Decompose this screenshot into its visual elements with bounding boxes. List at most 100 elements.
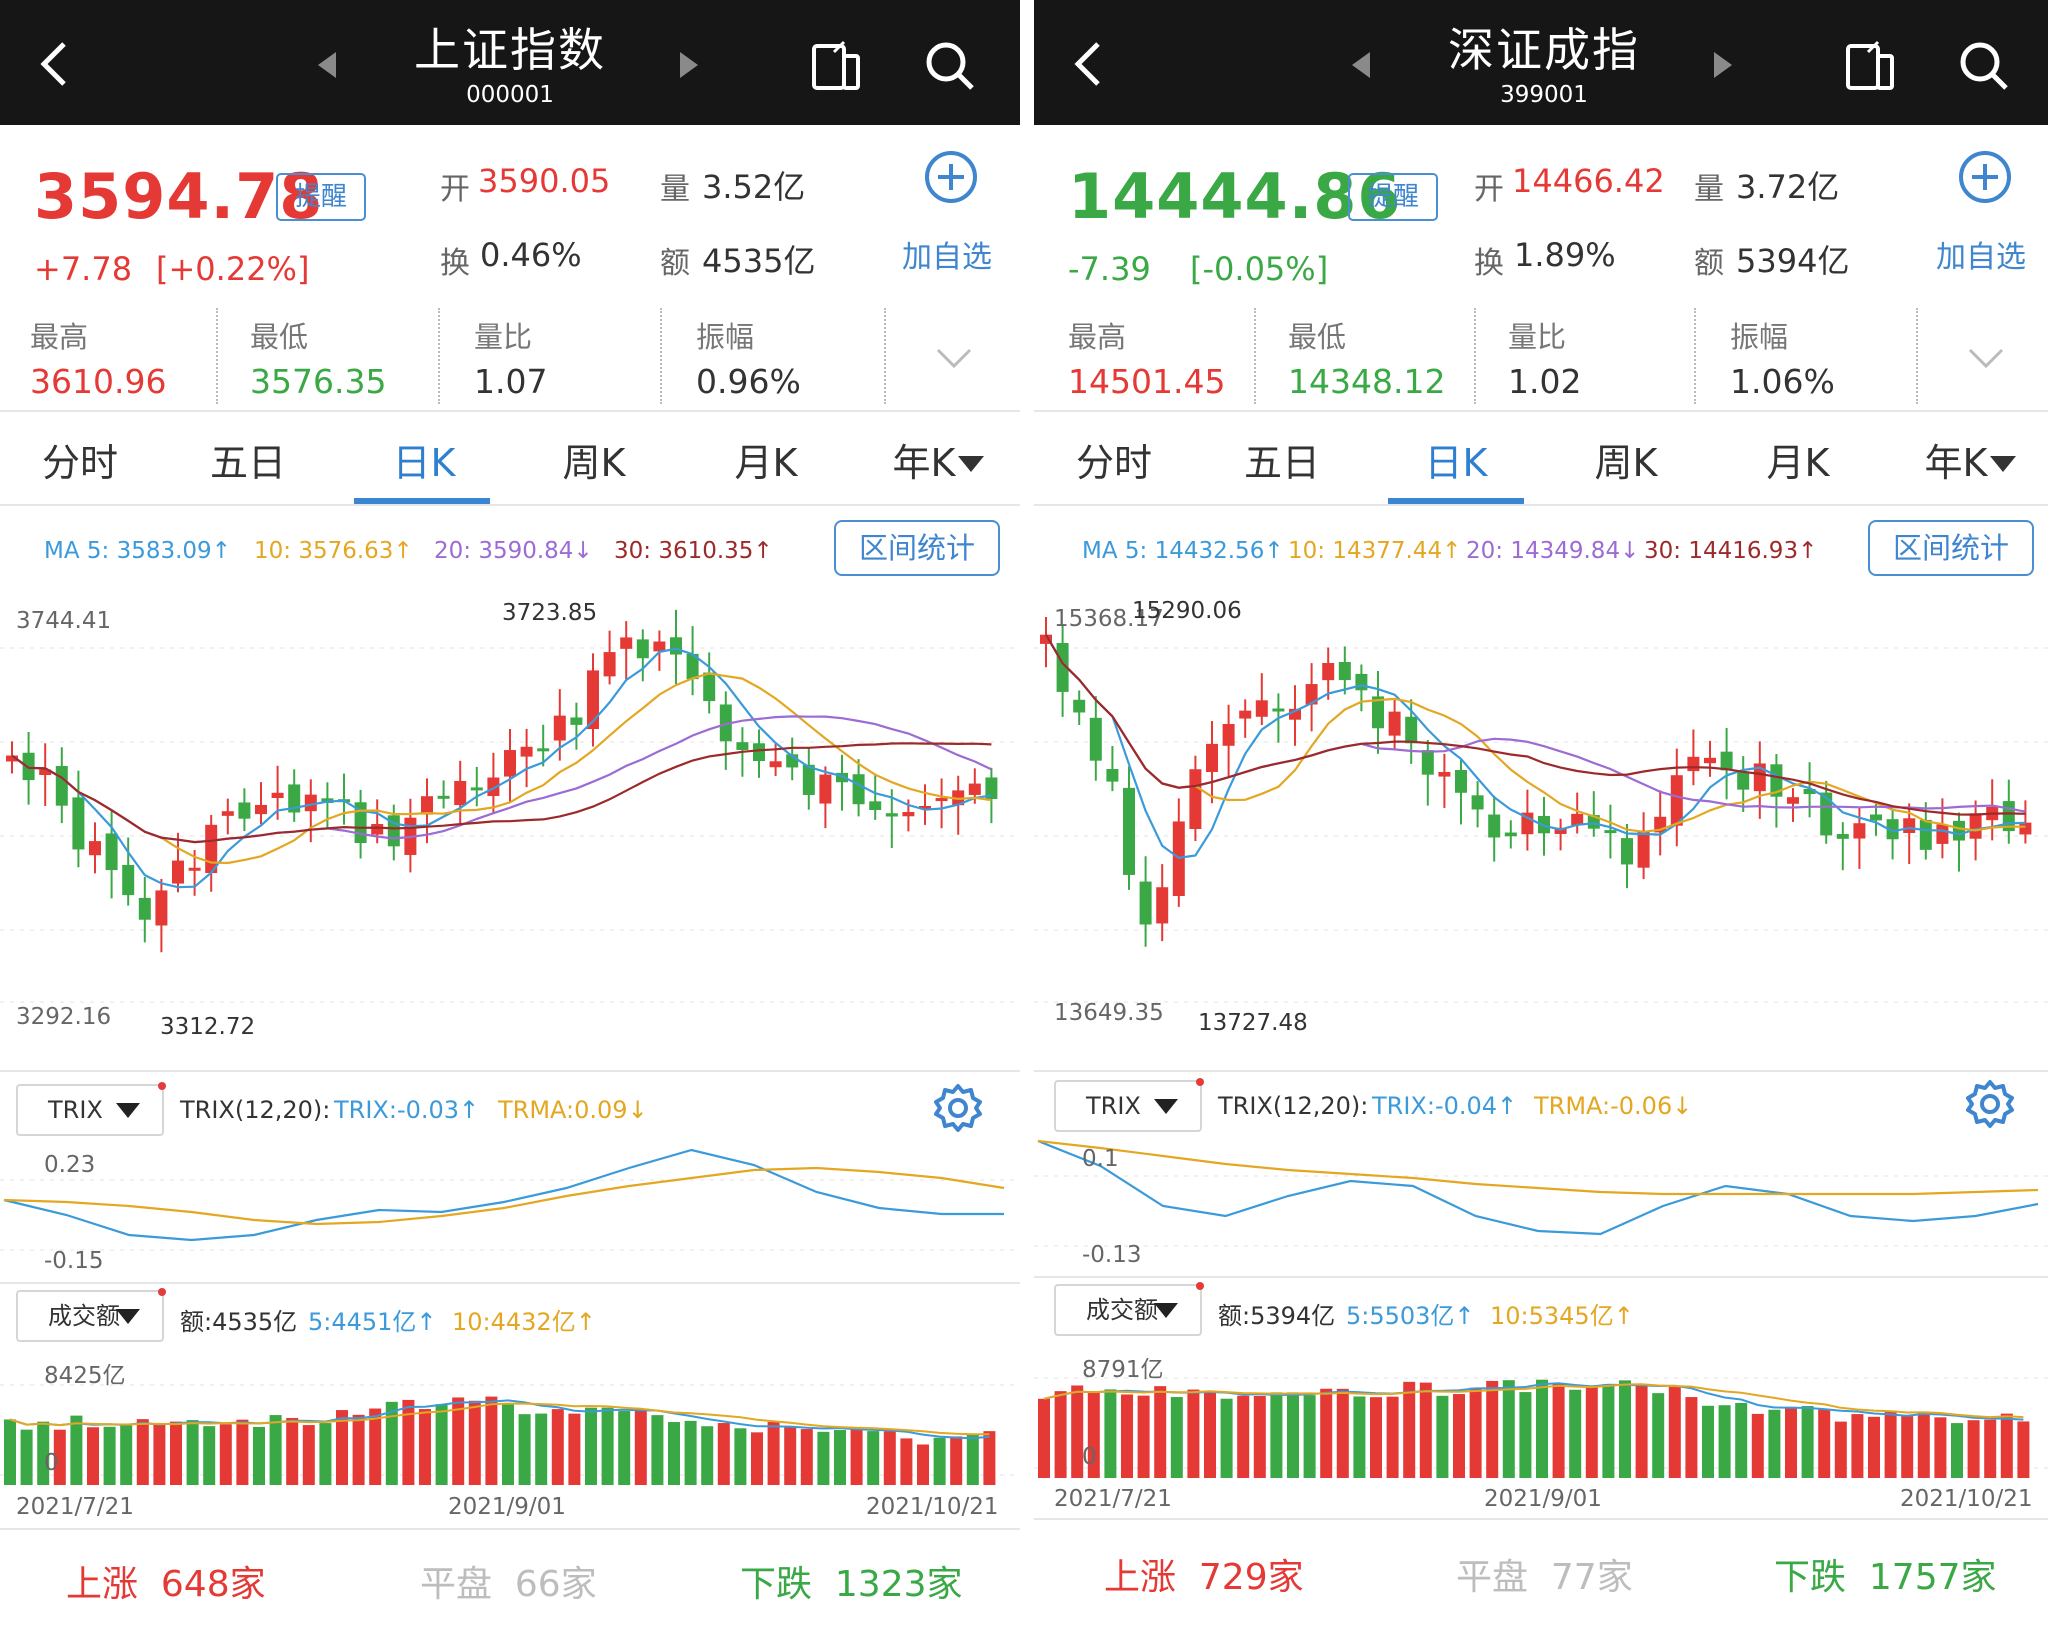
volume-bar bbox=[170, 1421, 182, 1485]
candle-body bbox=[1272, 708, 1285, 712]
volume-bar bbox=[136, 1419, 149, 1485]
trma-line bbox=[1037, 1139, 2039, 1196]
volume-bar bbox=[1370, 1397, 1382, 1478]
divider bbox=[1694, 308, 1696, 404]
tab-monthly-k[interactable]: 月K bbox=[706, 432, 826, 487]
index-code: 000001 bbox=[466, 82, 554, 108]
range-stats-button[interactable]: 区间统计 bbox=[834, 520, 1000, 576]
candle-body bbox=[537, 748, 550, 752]
tab-five-day[interactable]: 五日 bbox=[1222, 432, 1342, 487]
next-index-icon[interactable] bbox=[1714, 52, 1732, 78]
date-end: 2021/10/21 bbox=[1900, 1486, 2033, 1512]
tab-weekly-k[interactable]: 周K bbox=[1566, 432, 1686, 487]
trix-chart bbox=[1034, 1139, 2048, 1247]
new-dot-icon bbox=[1196, 1078, 1204, 1086]
ma20-value: 20: 14349.84↓ bbox=[1466, 538, 1640, 564]
candle-body bbox=[968, 783, 981, 795]
tab-timeshare[interactable]: 分时 bbox=[20, 432, 140, 487]
expand-chevron-icon[interactable] bbox=[934, 346, 974, 372]
trix-axis-bottom: -0.13 bbox=[1082, 1242, 1142, 1268]
volume-bar bbox=[1685, 1397, 1698, 1478]
amplitude-value: 1.06% bbox=[1730, 362, 1835, 401]
top-bar: 上证指数 000001 bbox=[0, 0, 1020, 125]
candle-body bbox=[1903, 818, 1916, 834]
flat-count: 平盘 66家 bbox=[420, 1555, 597, 1607]
candle-body bbox=[1239, 710, 1252, 719]
gear-icon[interactable] bbox=[1964, 1078, 2016, 1130]
volume-bar bbox=[618, 1411, 631, 1485]
volume-ma10: 10:5345亿↑ bbox=[1490, 1302, 1634, 1330]
volume-bar bbox=[601, 1407, 614, 1485]
volume-bar bbox=[684, 1420, 697, 1485]
volume-bar bbox=[1253, 1395, 1266, 1478]
candlestick-chart[interactable] bbox=[0, 590, 1020, 1050]
tab-daily-k[interactable]: 日K bbox=[1396, 432, 1516, 487]
tab-monthly-k[interactable]: 月K bbox=[1738, 432, 1858, 487]
search-icon[interactable] bbox=[922, 38, 978, 94]
add-watchlist-button[interactable]: 加自选 bbox=[1936, 232, 2026, 276]
dropdown-icon[interactable] bbox=[958, 456, 984, 472]
ma10-value: 10: 14377.44↑ bbox=[1288, 538, 1462, 564]
range-stats-button[interactable]: 区间统计 bbox=[1868, 520, 2034, 576]
dropdown-icon[interactable] bbox=[1990, 456, 2016, 472]
divider bbox=[884, 308, 886, 404]
candle-body bbox=[2019, 822, 2032, 835]
candle-body bbox=[1206, 743, 1218, 772]
volume-indicator-selector[interactable]: 成交额 bbox=[16, 1288, 166, 1342]
flat-count: 平盘 77家 bbox=[1456, 1548, 1633, 1600]
tab-weekly-k[interactable]: 周K bbox=[534, 432, 654, 487]
volume-bar bbox=[1934, 1417, 1947, 1478]
expand-chevron-icon[interactable] bbox=[1966, 346, 2006, 372]
volume-bar bbox=[1303, 1395, 1316, 1478]
switch-layout-icon[interactable] bbox=[808, 38, 864, 94]
volume-indicator-selector[interactable]: 成交额 bbox=[1054, 1282, 1204, 1336]
candle-body bbox=[1073, 699, 1086, 713]
candlestick-chart[interactable] bbox=[1034, 590, 2048, 1050]
divider bbox=[438, 308, 440, 404]
tab-daily-k[interactable]: 日K bbox=[364, 432, 484, 487]
volume-bar bbox=[153, 1424, 166, 1485]
volume-bar bbox=[1038, 1398, 1050, 1478]
ma10-value: 10: 3576.63↑ bbox=[254, 538, 413, 564]
remind-button[interactable]: 提醒 bbox=[276, 173, 366, 221]
candle-body bbox=[1388, 711, 1401, 736]
gear-icon[interactable] bbox=[932, 1082, 984, 1134]
price-change-pct: [-0.05%] bbox=[1190, 250, 1329, 288]
volume-bar bbox=[1635, 1384, 1648, 1478]
volume-axis-zero: 0 bbox=[44, 1450, 59, 1476]
candle-body bbox=[1471, 795, 1484, 810]
add-watchlist-icon[interactable] bbox=[1958, 150, 2012, 204]
divider bbox=[216, 308, 218, 404]
switch-layout-icon[interactable] bbox=[1842, 38, 1898, 94]
trix-name: TRIX(12,20): bbox=[1218, 1092, 1369, 1120]
volume-bar bbox=[319, 1423, 332, 1485]
candle-body bbox=[105, 833, 118, 871]
divider bbox=[0, 1282, 1020, 1284]
add-watchlist-icon[interactable] bbox=[924, 150, 978, 204]
volume-bar bbox=[1519, 1392, 1532, 1478]
candle-body bbox=[504, 750, 516, 777]
volume-ratio-label: 量比 bbox=[474, 320, 533, 354]
candle-body bbox=[1836, 834, 1849, 839]
open-label: 开 bbox=[1474, 172, 1504, 207]
trix-selector[interactable]: TRIX bbox=[1054, 1078, 1204, 1132]
candle-body bbox=[736, 742, 749, 750]
next-index-icon[interactable] bbox=[680, 52, 698, 78]
remind-button[interactable]: 提醒 bbox=[1348, 173, 1438, 221]
candle-body bbox=[1604, 830, 1617, 834]
volume-bar bbox=[1204, 1391, 1216, 1478]
volume-bar bbox=[1121, 1394, 1133, 1478]
trix-selector[interactable]: TRIX bbox=[16, 1082, 166, 1136]
tab-timeshare[interactable]: 分时 bbox=[1054, 432, 1174, 487]
divider bbox=[1034, 1070, 2048, 1072]
search-icon[interactable] bbox=[1956, 38, 2012, 94]
volume-bar bbox=[717, 1423, 730, 1485]
amplitude-label: 振幅 bbox=[1730, 320, 1789, 354]
volume-bar bbox=[1287, 1392, 1299, 1478]
add-watchlist-button[interactable]: 加自选 bbox=[902, 232, 992, 276]
divider bbox=[1474, 308, 1476, 404]
volume-bar bbox=[966, 1434, 979, 1485]
volume-bar bbox=[800, 1429, 813, 1485]
tab-five-day[interactable]: 五日 bbox=[188, 432, 308, 487]
volume-label: 量 bbox=[660, 172, 690, 207]
